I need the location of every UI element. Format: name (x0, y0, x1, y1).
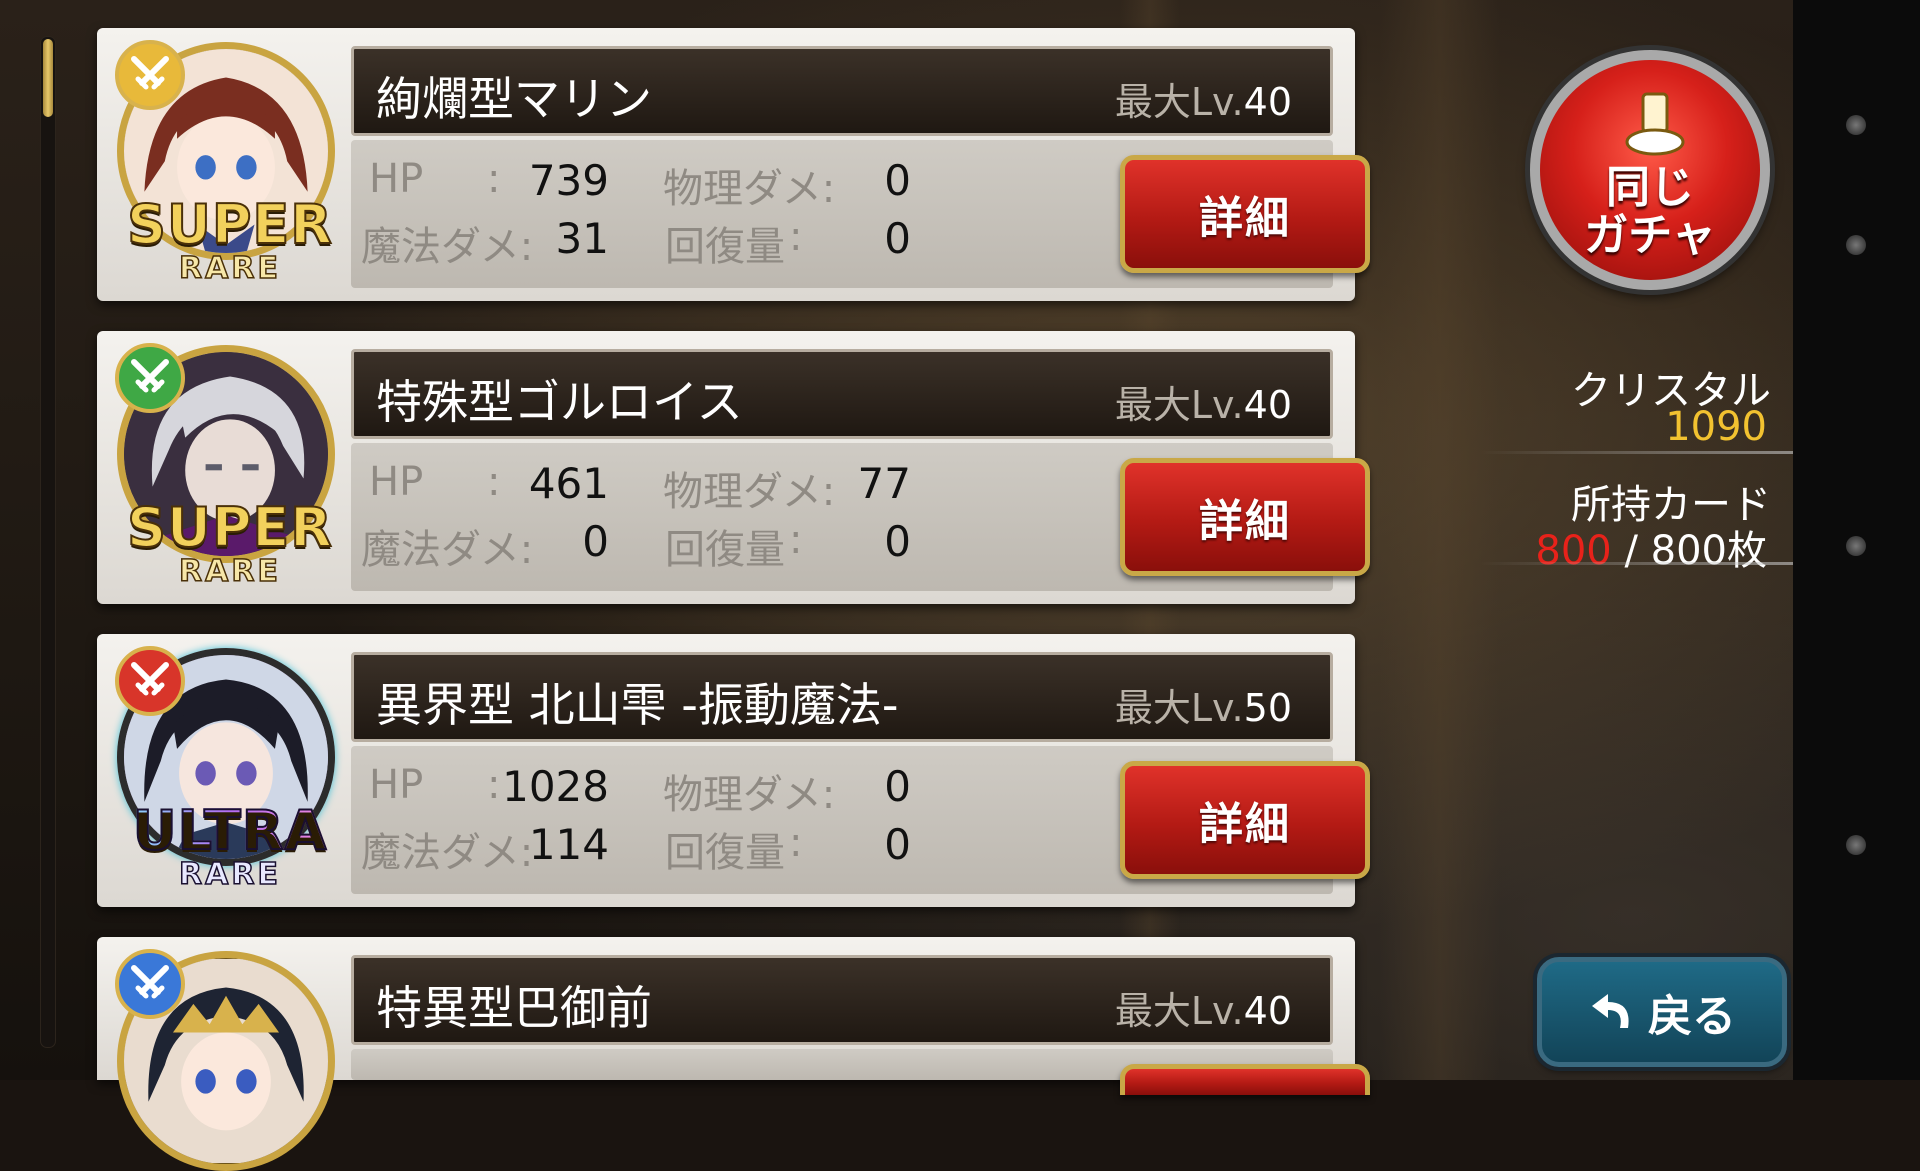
back-button[interactable]: 戻る (1537, 957, 1787, 1067)
card-name-bar: 特異型巴御前 最大Lv.40 (351, 955, 1333, 1045)
phys-damage-value: 0 (884, 762, 911, 811)
hp-value: 461 (528, 459, 609, 508)
detail-button[interactable]: 詳細 (1120, 458, 1370, 576)
heal-value: 0 (884, 214, 911, 263)
indicator-dot (1846, 115, 1866, 135)
return-arrow-icon (1592, 994, 1629, 1028)
detail-button[interactable]: 詳細 (1120, 155, 1370, 273)
hp-label: HP (369, 459, 424, 505)
card-name-bar: 異界型 北山雫 -振動魔法- 最大Lv.50 (351, 652, 1333, 742)
indicator-dot (1846, 835, 1866, 855)
card-name: 特異型巴御前 (376, 981, 652, 1035)
heal-label: 回復量 (665, 224, 785, 270)
stats-panel: HP : 739 物理ダメ: 0 魔法ダメ: 31 回復量 : 0 詳細 (351, 140, 1370, 288)
heal-value: 0 (884, 820, 911, 869)
background-pillar (1380, 0, 1500, 1080)
card-item[interactable]: 特異型巴御前 最大Lv.40 (97, 937, 1370, 1171)
card-item[interactable]: SUPER RARE 特殊型ゴルロイス 最大Lv.40 HP : 461 物理ダ… (97, 331, 1370, 604)
hp-value: 739 (528, 156, 609, 205)
max-level: 最大Lv.40 (1114, 989, 1292, 1033)
hp-label: HP (369, 762, 424, 808)
stats-panel: HP : 1028 物理ダメ: 0 魔法ダメ: 114 回復量 : 0 詳細 (351, 746, 1370, 894)
card-name: 絢爛型マリン (376, 72, 652, 126)
card-item[interactable]: SUPER RARE 絢爛型マリン 最大Lv.40 HP : 739 物理ダメ:… (97, 28, 1370, 301)
max-level: 最大Lv.40 (1114, 80, 1292, 124)
indicator-dot (1846, 235, 1866, 255)
hp-label: HP (369, 156, 424, 202)
divider (1480, 451, 1793, 454)
detail-button[interactable]: 詳細 (1120, 761, 1370, 879)
crystal-value: 1090 (1665, 404, 1767, 450)
gacha-lever-icon (1625, 92, 1685, 156)
rarity-label: SUPER RARE (126, 193, 333, 286)
stats-panel: HP : 461 物理ダメ: 77 魔法ダメ: 0 回復量 : 0 詳細 (351, 443, 1370, 591)
card-name: 特殊型ゴルロイス (376, 375, 743, 429)
crossed-swords-icon (131, 56, 169, 90)
rarity-label: SUPER RARE (126, 496, 333, 589)
rarity-label: ULTRA RARE (105, 803, 355, 891)
class-badge (115, 40, 185, 110)
stats-panel (351, 1049, 1370, 1095)
magic-damage-value: 31 (555, 214, 609, 263)
side-bezel (1793, 0, 1920, 1080)
same-gacha-label: 同じ ガチャ (1584, 162, 1716, 261)
card-name: 異界型 北山雫 -振動魔法- (376, 678, 899, 732)
indicator-dot (1846, 536, 1866, 556)
divider (1480, 562, 1793, 565)
class-badge (115, 646, 185, 716)
class-badge (115, 343, 185, 413)
card-name-bar: 絢爛型マリン 最大Lv.40 (351, 46, 1333, 136)
crossed-swords-icon (131, 662, 169, 696)
heal-label: 回復量 (665, 527, 785, 573)
phys-damage-value: 0 (884, 156, 911, 205)
heal-label: 回復量 (665, 830, 785, 876)
magic-damage-value: 114 (528, 820, 609, 869)
phys-damage-value: 77 (857, 459, 911, 508)
max-level: 最大Lv.40 (1114, 383, 1292, 427)
crossed-swords-icon (131, 965, 169, 999)
crossed-swords-icon (131, 359, 169, 393)
scrollbar[interactable] (40, 36, 56, 1048)
magic-damage-value: 0 (582, 517, 609, 566)
card-name-bar: 特殊型ゴルロイス 最大Lv.40 (351, 349, 1333, 439)
heal-value: 0 (884, 517, 911, 566)
owned-cards-count: 800 / 800枚 (1535, 528, 1767, 574)
max-level: 最大Lv.50 (1114, 686, 1292, 730)
scrollbar-thumb[interactable] (43, 39, 53, 117)
hp-value: 1028 (502, 762, 609, 811)
same-gacha-button[interactable]: 同じ ガチャ (1530, 50, 1770, 290)
card-item[interactable]: ULTRA RARE 異界型 北山雫 -振動魔法- 最大Lv.50 HP : 1… (97, 634, 1370, 907)
class-badge (115, 949, 185, 1019)
